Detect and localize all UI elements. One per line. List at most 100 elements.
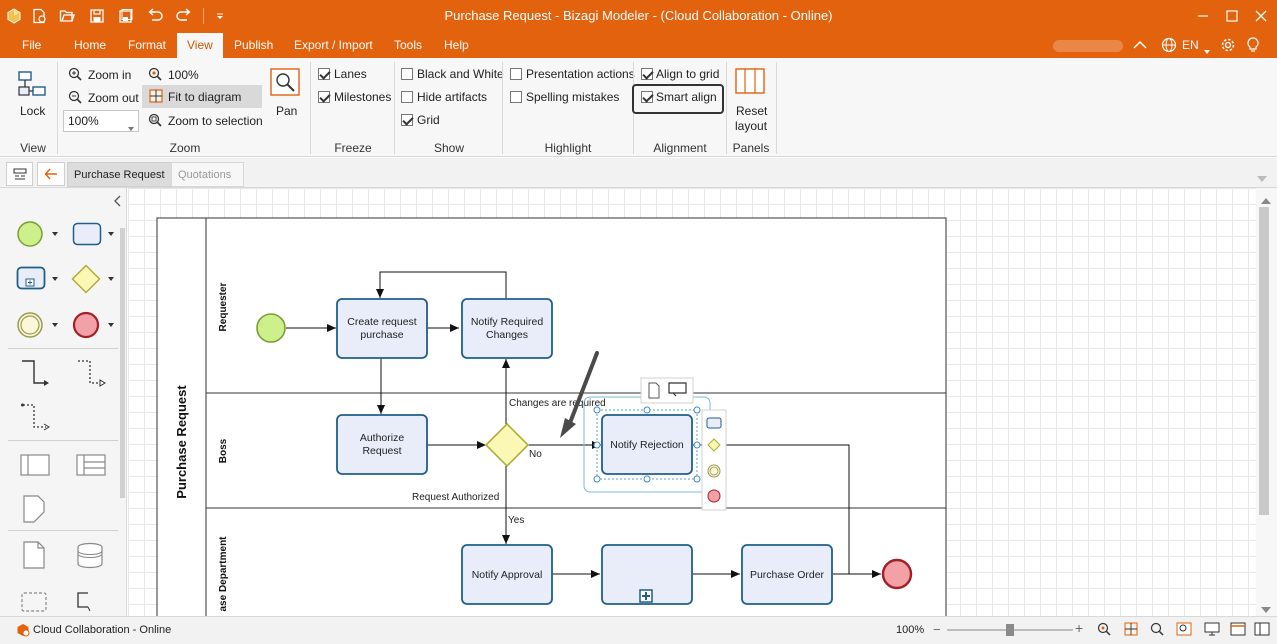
- palette-sequence-flow-icon[interactable]: [20, 358, 52, 391]
- language-chevron-icon[interactable]: [1204, 43, 1210, 57]
- scroll-up-icon[interactable]: [1261, 193, 1271, 207]
- minimize-icon[interactable]: [1189, 6, 1217, 26]
- status-pan-icon[interactable]: [1176, 622, 1192, 639]
- lanes-label[interactable]: Lanes: [334, 67, 367, 81]
- hide-artifacts-checkbox[interactable]: [401, 91, 413, 103]
- zoom-to-selection-button[interactable]: Zoom to selection: [168, 114, 263, 128]
- zoom-out-icon[interactable]: [68, 90, 82, 107]
- tab-quotations[interactable]: Quotations: [171, 162, 244, 187]
- milestones-checkbox[interactable]: [318, 91, 330, 103]
- palette-gateway-icon[interactable]: [71, 264, 101, 297]
- pan-icon[interactable]: [270, 68, 300, 99]
- milestones-label[interactable]: Milestones: [334, 90, 391, 104]
- lock-icon[interactable]: [17, 70, 47, 101]
- spelling-mistakes-label[interactable]: Spelling mistakes: [526, 90, 619, 104]
- palette-message-flow-icon[interactable]: [76, 358, 108, 391]
- menu-view[interactable]: View: [177, 33, 223, 58]
- lightbulb-icon[interactable]: [1246, 37, 1260, 56]
- palette-expand-chevron-icon[interactable]: [108, 323, 114, 327]
- menu-home[interactable]: Home: [74, 38, 106, 52]
- canvas-scroll-thumb[interactable]: [1259, 207, 1269, 515]
- align-to-grid-label[interactable]: Align to grid: [656, 67, 719, 81]
- lock-button-label[interactable]: Lock: [20, 104, 45, 118]
- menu-publish[interactable]: Publish: [234, 38, 273, 52]
- close-icon[interactable]: [1247, 6, 1275, 26]
- menu-export-import[interactable]: Export / Import: [294, 38, 373, 52]
- presentation-actions-checkbox[interactable]: [510, 68, 522, 80]
- reset-layout-label-line2[interactable]: layout: [735, 119, 767, 133]
- diagram-navigator-icon[interactable]: [6, 162, 33, 186]
- status-presentation-icon[interactable]: [1204, 622, 1220, 639]
- palette-annotation-icon[interactable]: [22, 494, 46, 527]
- account-name-blurred[interactable]: [1053, 40, 1123, 52]
- palette-data-object-icon[interactable]: [22, 540, 46, 573]
- palette-expand-chevron-icon[interactable]: [52, 277, 58, 281]
- palette-lane-icon[interactable]: [76, 454, 106, 479]
- presentation-actions-label[interactable]: Presentation actions: [526, 67, 635, 81]
- palette-group-icon[interactable]: [21, 592, 47, 615]
- palette-subprocess-icon[interactable]: [16, 266, 46, 293]
- status-grid-icon[interactable]: [1124, 622, 1138, 639]
- zoom-in-plus-icon[interactable]: +: [1075, 620, 1083, 636]
- hide-artifacts-label[interactable]: Hide artifacts: [417, 90, 487, 104]
- subprocess[interactable]: [601, 544, 693, 605]
- zoom-100-button[interactable]: 100%: [168, 68, 199, 82]
- context-toolbar-top[interactable]: [640, 377, 694, 404]
- spelling-mistakes-checkbox[interactable]: [510, 91, 522, 103]
- menu-file[interactable]: File: [22, 38, 41, 52]
- grid-label[interactable]: Grid: [417, 113, 440, 127]
- zoom-slider-thumb[interactable]: [1006, 624, 1014, 636]
- status-zoom-fit-icon[interactable]: [1097, 622, 1111, 639]
- tab-purchase-request[interactable]: Purchase Request: [67, 162, 172, 187]
- menu-format[interactable]: Format: [128, 38, 166, 52]
- reset-layout-icon[interactable]: [735, 68, 765, 97]
- palette-task-icon[interactable]: [72, 222, 102, 249]
- menu-tools[interactable]: Tools: [394, 38, 422, 52]
- menu-help[interactable]: Help: [444, 38, 469, 52]
- collapse-palette-icon[interactable]: [113, 195, 121, 210]
- align-to-grid-checkbox[interactable]: [641, 68, 653, 80]
- context-palette-right[interactable]: [701, 409, 727, 511]
- zoom-to-selection-icon[interactable]: [148, 113, 162, 130]
- grid-checkbox[interactable]: [401, 114, 413, 126]
- palette-scrollbar[interactable]: [120, 228, 125, 498]
- back-arrow-icon[interactable]: [37, 162, 65, 186]
- globe-icon[interactable]: [1161, 37, 1177, 56]
- status-panels-icon[interactable]: [1230, 622, 1246, 639]
- palette-expand-chevron-icon[interactable]: [52, 323, 58, 327]
- palette-pool-icon[interactable]: [20, 454, 50, 479]
- palette-expand-chevron-icon[interactable]: [52, 232, 58, 236]
- reset-layout-label-line1[interactable]: Reset: [736, 104, 767, 118]
- zoom-level-select[interactable]: 100%: [63, 110, 139, 132]
- zoom-out-button[interactable]: Zoom out: [88, 91, 139, 105]
- tabs-overflow-chevron-icon[interactable]: [1257, 171, 1267, 185]
- palette-end-event-icon[interactable]: [72, 311, 100, 342]
- palette-expand-chevron-icon[interactable]: [108, 277, 114, 281]
- start-event[interactable]: [256, 313, 286, 343]
- zoom-in-button[interactable]: Zoom in: [88, 68, 131, 82]
- palette-data-store-icon[interactable]: [76, 542, 104, 573]
- pan-button-label[interactable]: Pan: [276, 104, 297, 118]
- fit-to-diagram-button[interactable]: Fit to diagram: [142, 85, 262, 108]
- zoom-in-icon[interactable]: [68, 67, 82, 84]
- palette-intermediate-event-icon[interactable]: [16, 311, 44, 342]
- palette-text-annotation-icon[interactable]: [76, 592, 102, 615]
- palette-association-icon[interactable]: [20, 402, 52, 435]
- palette-start-event-icon[interactable]: [16, 220, 44, 251]
- status-zoom-selection-icon[interactable]: [1150, 622, 1164, 639]
- zoom-slider-track[interactable]: [947, 624, 1073, 636]
- zoom-out-minus-icon[interactable]: −: [933, 622, 941, 637]
- language-selector[interactable]: EN: [1182, 38, 1199, 52]
- diagram-canvas[interactable]: Purchase Request Requester Boss ase Depa…: [128, 188, 1256, 616]
- palette-expand-chevron-icon[interactable]: [108, 232, 114, 236]
- black-and-white-label[interactable]: Black and White: [417, 67, 504, 81]
- zoom-100-icon[interactable]: [148, 67, 162, 84]
- end-event[interactable]: [881, 558, 913, 590]
- lanes-checkbox[interactable]: [318, 68, 330, 80]
- status-layout-icon[interactable]: [1254, 622, 1270, 639]
- black-and-white-checkbox[interactable]: [401, 68, 413, 80]
- scroll-down-icon[interactable]: [1261, 602, 1271, 616]
- settings-gear-icon[interactable]: [1220, 37, 1236, 56]
- collapse-ribbon-icon[interactable]: [1132, 38, 1148, 55]
- maximize-icon[interactable]: [1218, 6, 1246, 26]
